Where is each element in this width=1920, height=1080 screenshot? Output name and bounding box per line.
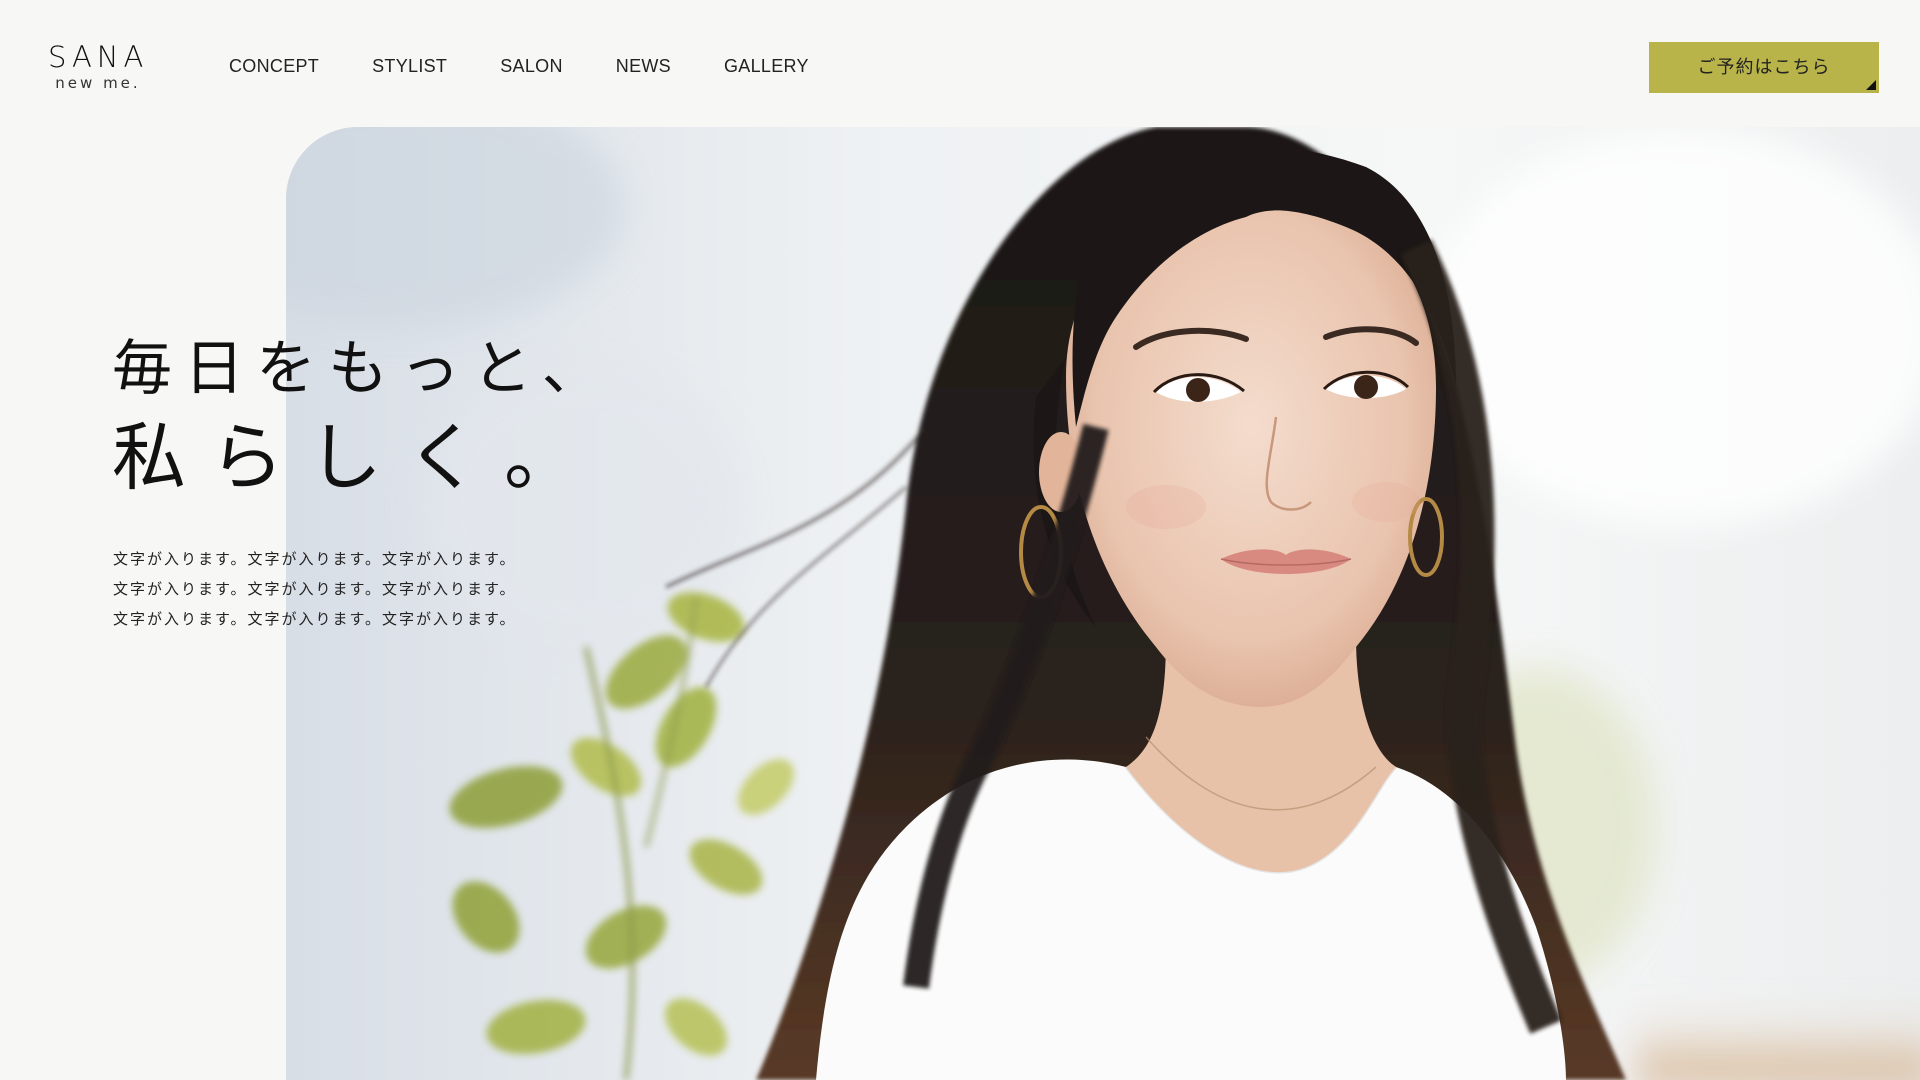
nav-item-stylist[interactable]: STYLIST xyxy=(372,54,447,78)
hero-image xyxy=(286,127,1920,1080)
hero-description: 文字が入ります。文字が入ります。文字が入ります。 文字が入ります。文字が入ります… xyxy=(113,544,517,634)
page: SANA new me. CONCEPT STYLIST SALON NEWS … xyxy=(0,0,1920,1080)
description-line: 文字が入ります。文字が入ります。文字が入ります。 xyxy=(113,580,517,598)
nav-item-gallery[interactable]: GALLERY xyxy=(724,54,809,78)
nav-item-salon[interactable]: SALON xyxy=(500,54,563,78)
corner-triangle-icon xyxy=(1866,80,1876,90)
site-logo[interactable]: SANA new me. xyxy=(48,40,148,92)
description-line: 文字が入ります。文字が入ります。文字が入ります。 xyxy=(113,610,517,628)
nav-item-concept[interactable]: CONCEPT xyxy=(229,54,319,78)
description-line: 文字が入ります。文字が入ります。文字が入ります。 xyxy=(113,550,517,568)
catchcopy-line-1: 毎日をもっと、 xyxy=(112,334,614,404)
main-nav: CONCEPT STYLIST SALON NEWS GALLERY xyxy=(229,54,862,78)
site-header: SANA new me. CONCEPT STYLIST SALON NEWS … xyxy=(0,0,1920,127)
reserve-button-label: ご予約はこちら xyxy=(1697,57,1831,78)
hero-photo-illustration xyxy=(286,127,1920,1080)
hero-catchcopy: 毎日をもっと、 私らしく。 xyxy=(112,328,614,506)
logo-wordmark: SANA xyxy=(48,40,149,74)
catchcopy-line-2: 私らしく。 xyxy=(112,415,602,501)
nav-item-news[interactable]: NEWS xyxy=(616,54,671,78)
logo-tagline: new me. xyxy=(55,74,141,92)
reserve-button[interactable]: ご予約はこちら xyxy=(1649,42,1879,93)
